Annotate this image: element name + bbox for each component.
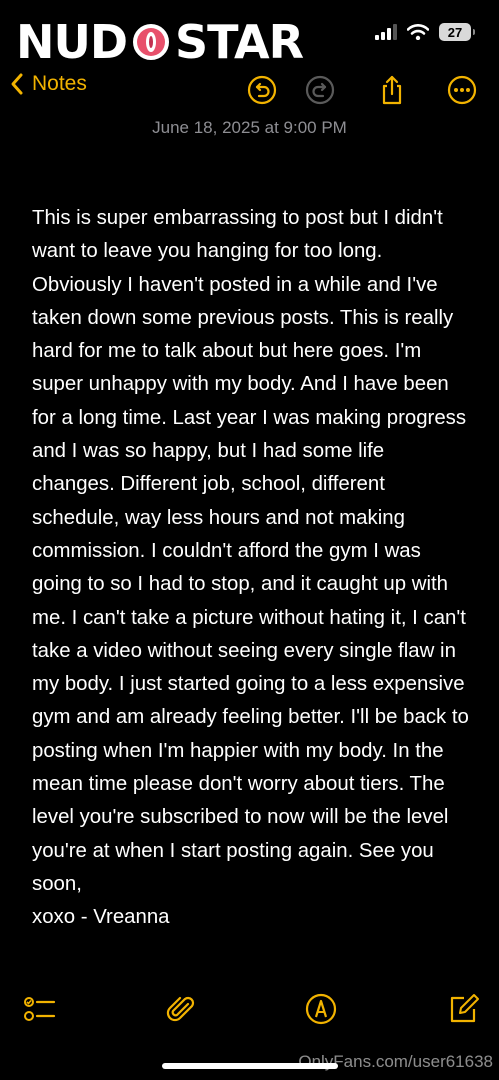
more-icon[interactable] — [446, 74, 478, 106]
back-button-label: Notes — [32, 72, 87, 95]
onlyfans-watermark: OnlyFans.com/user61638 — [298, 1052, 493, 1071]
redo-icon[interactable] — [304, 74, 336, 106]
notes-bottom-toolbar — [0, 990, 499, 1030]
logo-text-end: STAR — [175, 15, 304, 69]
battery-icon: 27 — [439, 23, 475, 41]
compose-icon[interactable] — [446, 992, 480, 1026]
signal-icon — [375, 24, 397, 40]
chevron-left-icon — [11, 73, 23, 95]
notes-toolbar: Notes — [0, 70, 499, 110]
share-icon[interactable] — [376, 74, 408, 106]
attachment-icon[interactable] — [164, 992, 198, 1026]
undo-icon[interactable] — [246, 74, 278, 106]
status-bar: 27 — [375, 14, 475, 50]
battery-level: 27 — [447, 24, 463, 40]
note-body-text[interactable]: This is super embarrassing to post but I… — [32, 202, 472, 935]
note-date: June 18, 2025 at 9:00 PM — [152, 118, 347, 137]
back-button[interactable]: Notes — [10, 72, 87, 96]
nudostar-watermark-logo: NUD STAR — [16, 14, 304, 70]
wifi-icon — [407, 24, 429, 40]
markup-icon[interactable] — [304, 992, 338, 1026]
logo-mark-icon — [131, 22, 172, 62]
checklist-icon[interactable] — [22, 992, 56, 1026]
logo-text-start: NUD — [16, 15, 128, 69]
